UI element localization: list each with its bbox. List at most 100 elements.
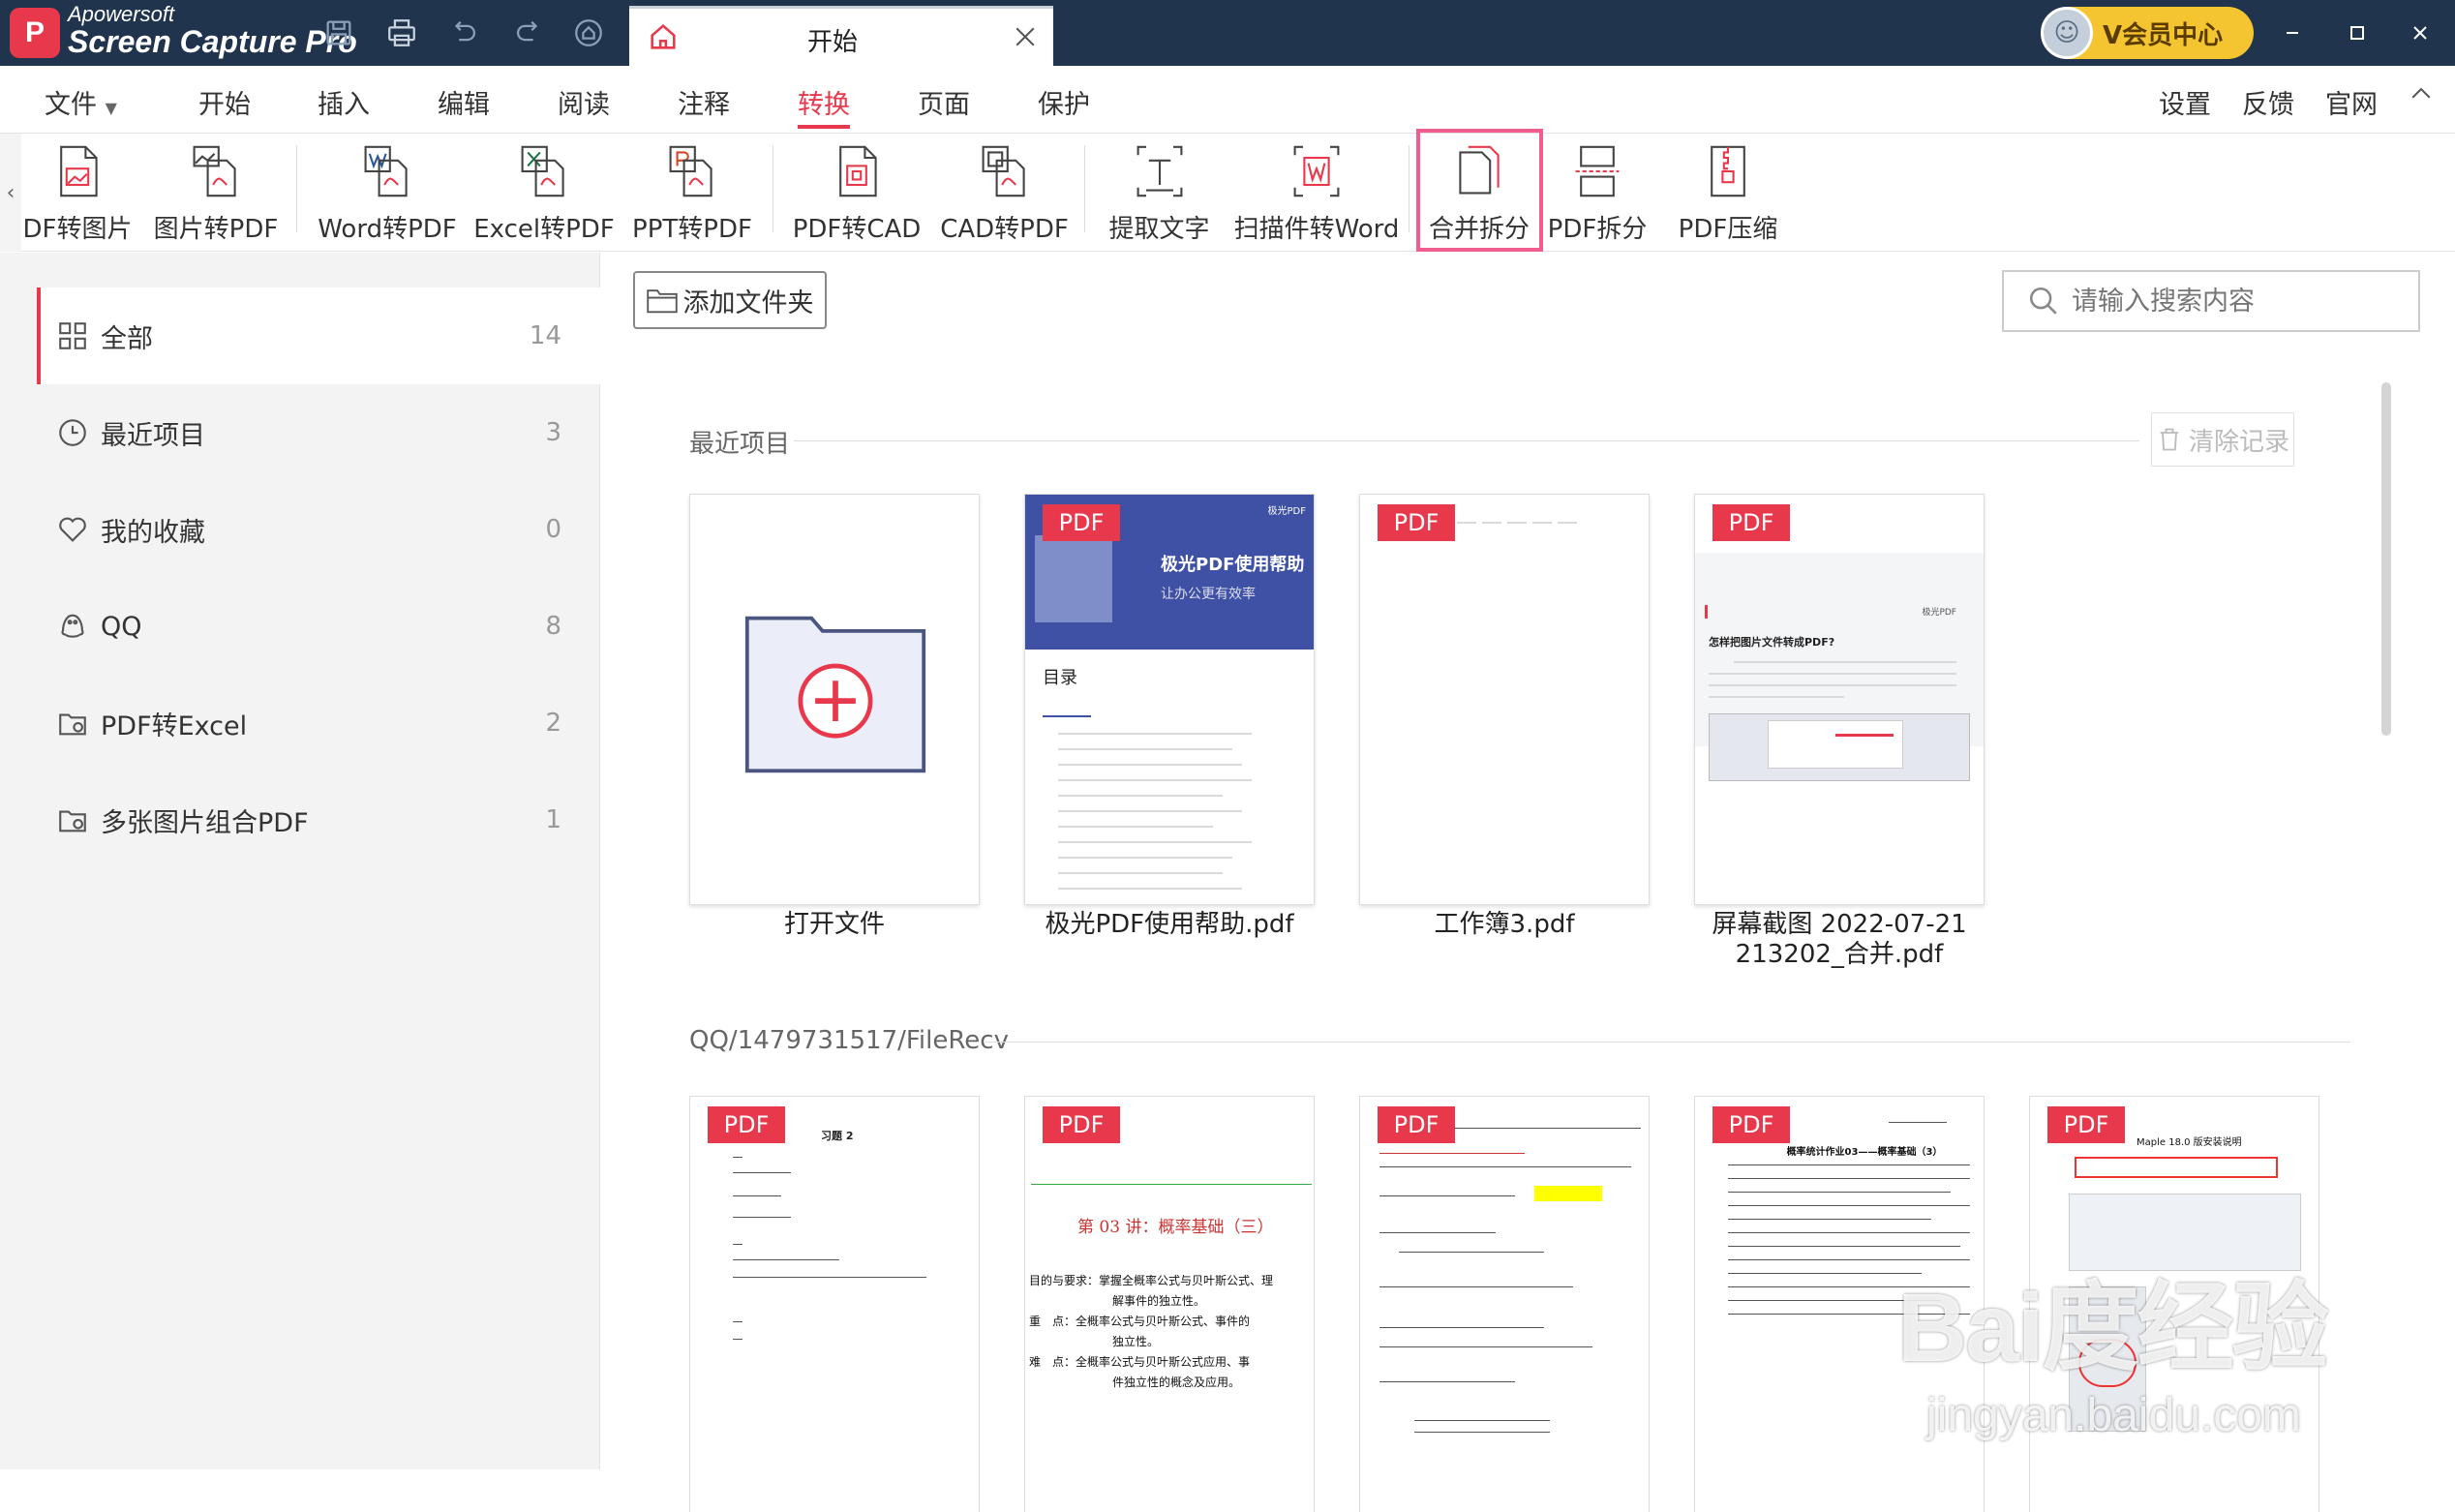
tool-scan-to-word[interactable]: 扫描件转Word [1234,134,1399,252]
toolbar-scroll-left-icon[interactable]: ‹ [0,134,21,252]
sidebar-item-recent[interactable]: 最近项目 3 [37,384,600,481]
tool-label: PPT转PDF [632,215,752,244]
menu-read[interactable]: 阅读 [558,83,610,121]
sidebar-item-count: 0 [545,515,561,544]
tab-close-icon[interactable] [1011,22,1040,51]
tool-ppt-to-pdf[interactable]: PPT转PDF [629,134,755,252]
tool-pdf-split[interactable]: PDF拆分 [1547,134,1648,252]
search-icon [2029,287,2057,315]
tool-excel-to-pdf[interactable]: Excel转PDF [473,134,615,252]
thumb-line: 难 点：全概率公式与贝叶斯公式应用、事 [1029,1355,1251,1369]
file-card-qq-1[interactable]: PDF 习题 2 [689,1096,980,1512]
tool-cad-to-pdf[interactable]: CAD转PDF [939,134,1070,252]
sidebar-item-all[interactable]: 全部 14 [37,287,600,384]
menu-convert[interactable]: 转换 [798,83,850,129]
pdf-badge: PDF [1712,504,1790,541]
sidebar-item-multi-image-pdf[interactable]: 多张图片组合PDF 1 [37,771,600,868]
sidebar-item-label: QQ [101,611,142,642]
menu-bar: 文件 ▼ 开始 插入 编辑 阅读 注释 转换 页面 保护 设置 反馈 官网 [0,66,2455,134]
maximize-icon[interactable] [2338,14,2377,52]
sidebar-item-label: 多张图片组合PDF [101,807,309,838]
file-card-qq-2[interactable]: PDF 第 03 讲：概率基础（三） 目的与要求：掌握全概率公式与贝叶斯公式、理… [1024,1096,1315,1512]
tool-image-to-pdf[interactable]: 图片转PDF [153,134,279,252]
pdf-badge: PDF [708,1106,785,1143]
menu-file[interactable]: 文件 ▼ [45,83,117,121]
open-file-card[interactable] [689,494,980,905]
window-close-icon[interactable] [2401,14,2440,52]
menu-annotate[interactable]: 注释 [678,83,730,121]
folder-add-icon [646,289,678,314]
tool-pdf-to-cad[interactable]: PDF转CAD [789,134,924,252]
menu-protect[interactable]: 保护 [1038,83,1090,121]
thumb-heading: 怎样把图片文件转成PDF? [1709,636,1835,649]
add-folder-label: 添加文件夹 [682,287,814,318]
tool-pdf-compress[interactable]: PDF压缩 [1670,134,1786,252]
scan-to-word-icon [1293,145,1340,197]
ppt-to-pdf-icon [669,145,712,197]
redo-icon[interactable] [508,14,547,52]
tool-label: 提取文字 [1108,215,1210,244]
tool-extract-text[interactable]: 提取文字 [1104,134,1215,252]
pdf-badge: PDF [1712,1106,1790,1143]
minimize-icon[interactable] [2273,14,2312,52]
thumb-line: 件独立性的概念及应用。 [1112,1376,1241,1389]
card-name: 打开文件 [783,910,885,939]
sidebar-item-count: 3 [545,418,561,447]
collapse-ribbon-icon[interactable] [2407,79,2436,115]
tool-label: 图片转PDF [153,215,279,244]
card-name: 工作簿3.pdf [1434,910,1575,939]
recent-section-title: 最近项目 [689,430,791,459]
toolbar-separator [1084,145,1085,232]
section-divider [985,1042,2350,1043]
menu-page[interactable]: 页面 [918,83,970,121]
save-icon[interactable] [319,14,358,52]
card-name: 极光PDF使用帮助.pdf [1045,910,1294,939]
file-card-workbook[interactable]: PDF [1359,494,1650,905]
clear-history-button[interactable]: 清除记录 [2151,412,2294,467]
tool-pdf-to-image[interactable]: DF转图片 [22,134,133,252]
pdf-badge: PDF [1043,1106,1120,1143]
extract-text-icon [1137,145,1182,197]
add-folder-button[interactable]: 添加文件夹 [633,271,827,329]
sidebar-item-qq[interactable]: QQ 8 [37,578,600,675]
print-icon[interactable] [382,14,421,52]
search-input[interactable] [2072,286,2401,317]
menu-start[interactable]: 开始 [198,83,251,121]
sidebar-item-label: PDF转Excel [101,711,248,741]
home-circle-icon[interactable] [569,14,608,52]
vip-center-button[interactable]: ☺ V会员中心 [2041,7,2254,59]
pdf-badge: PDF [1378,504,1455,541]
app-logo: P [10,8,60,58]
menu-website[interactable]: 官网 [2325,83,2378,121]
file-card-qq-4[interactable]: PDF 概率统计作业03——概率基础（3） [1694,1096,1985,1512]
thumb-title: 第 03 讲：概率基础（三） [1077,1218,1274,1237]
file-card-screenshot[interactable]: PDF 极光PDF 怎样把图片文件转成PDF? [1694,494,1985,905]
search-box[interactable] [2002,270,2420,332]
menu-feedback[interactable]: 反馈 [2242,83,2294,121]
trash-icon [2160,428,2179,451]
sidebar-item-label: 最近项目 [101,420,205,451]
image-to-pdf-icon [193,145,236,197]
menu-insert[interactable]: 插入 [318,83,370,121]
thumb-subtitle: 让办公更有效率 [1161,587,1256,602]
menu-settings[interactable]: 设置 [2159,83,2211,121]
file-card-qq-3[interactable]: PDF [1359,1096,1650,1512]
sidebar-item-favorites[interactable]: 我的收藏 0 [37,481,600,578]
tab-title: 开始 [806,28,858,57]
thumb-brand: 极光PDF [1267,506,1306,517]
tool-label: CAD转PDF [940,215,1069,244]
file-card-help[interactable]: PDF 极光PDF 极光PDF使用帮助 让办公更有效率 目录 [1024,494,1315,905]
tab-start[interactable]: 开始 [629,6,1053,66]
main-scrollbar[interactable] [2381,382,2391,736]
undo-icon[interactable] [445,14,484,52]
thumb-line: 目的与要求：掌握全概率公式与贝叶斯公式、理 [1029,1274,1274,1287]
pdf-badge: PDF [1378,1106,1455,1143]
file-card-qq-5[interactable]: PDF Maple 18.0 版安装说明 [2029,1096,2319,1512]
tool-word-to-pdf[interactable]: Word转PDF [315,134,460,252]
menu-edit[interactable]: 编辑 [438,83,490,121]
clear-history-label: 清除记录 [2188,427,2289,457]
sidebar-item-pdf-to-excel[interactable]: PDF转Excel 2 [37,675,600,771]
tool-label: DF转图片 [22,215,133,244]
heart-icon [59,517,86,542]
cad-to-pdf-icon [982,145,1025,197]
